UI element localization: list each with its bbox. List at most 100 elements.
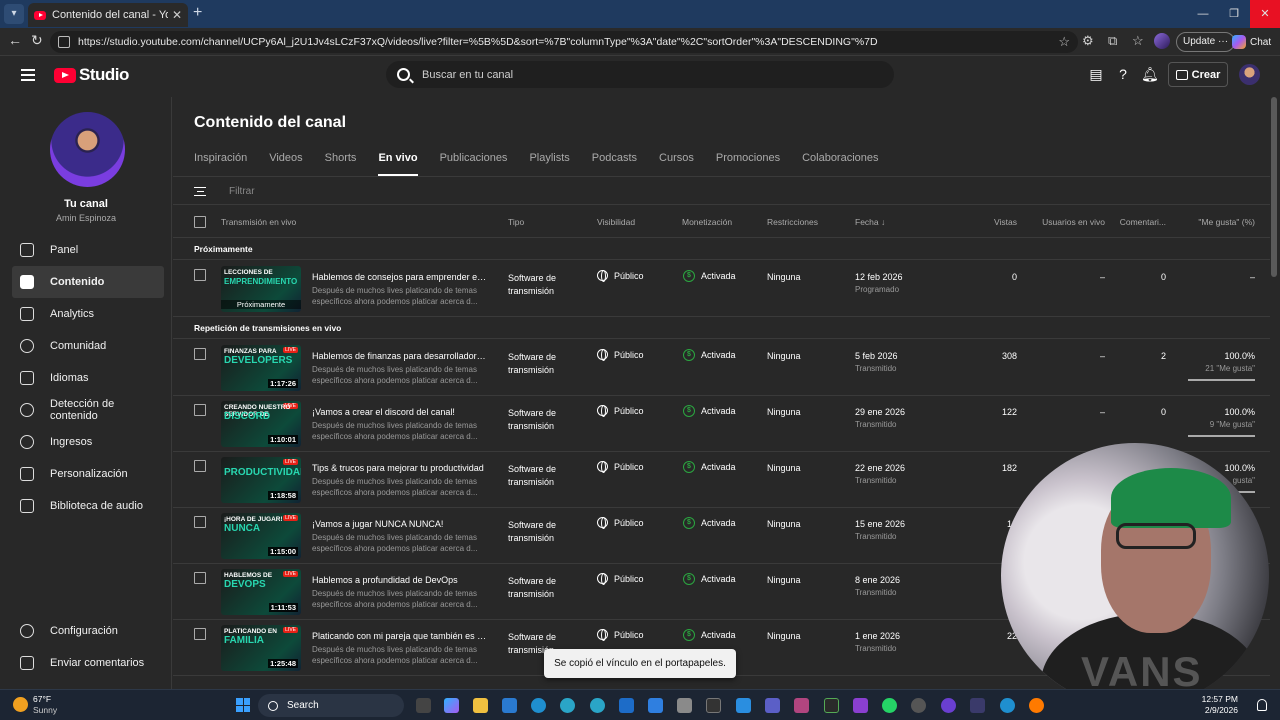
video-thumbnail[interactable]: LIVE PLATICANDO EN FAMILIA 1:25:48 (221, 625, 301, 671)
video-thumbnail[interactable]: LIVE CREANDO NUESTRO SERVIDOR DE DISCORD 1:… (221, 401, 301, 447)
sidebar-item-community[interactable]: Comunidad (12, 330, 164, 362)
todo-icon[interactable] (648, 698, 663, 713)
edge-canary-icon[interactable] (1000, 698, 1015, 713)
video-title[interactable]: ¡Vamos a jugar NUNCA NUNCA! (312, 519, 487, 529)
update-button[interactable]: Update ··· (1176, 32, 1236, 52)
filter-input[interactable]: Filtrar (229, 186, 255, 197)
row-checkbox[interactable] (194, 348, 206, 360)
video-title[interactable]: Tips & trucos para mejorar tu productivi… (312, 463, 487, 473)
favorites-icon[interactable]: ☆ (1132, 33, 1144, 49)
col-comments[interactable]: Comentari... (1120, 217, 1166, 227)
favorite-star-icon[interactable]: ☆ (1058, 34, 1070, 50)
video-title[interactable]: ¡Vamos a crear el discord del canal! (312, 407, 487, 417)
close-window-icon[interactable]: ✕ (1250, 0, 1280, 28)
tab-actions-chevron-icon[interactable]: ▾ (4, 4, 24, 24)
browser-profile-avatar[interactable] (1154, 33, 1170, 49)
monetization-cell[interactable]: $ Activada (683, 629, 736, 641)
row-checkbox[interactable] (194, 404, 206, 416)
video-title[interactable]: Platicando con mi pareja que también es … (312, 631, 487, 641)
split-screen-icon[interactable]: ⧉ (1108, 33, 1117, 49)
sidebar-item-earn[interactable]: Ingresos (12, 426, 164, 458)
notepad-icon[interactable] (677, 698, 692, 713)
main-scrollbar[interactable] (1271, 97, 1277, 277)
tab-podcasts[interactable]: Podcasts (592, 152, 637, 176)
create-button[interactable]: Crear (1168, 62, 1228, 87)
file-explorer-icon[interactable] (473, 698, 488, 713)
onenote-icon[interactable] (853, 698, 868, 713)
video-title[interactable]: Hablemos a profundidad de DevOps (312, 575, 487, 585)
app-icon-magenta[interactable] (794, 698, 809, 713)
video-thumbnail[interactable]: LIVE HABLEMOS DE DEVOPS 1:11:53 (221, 569, 301, 615)
visibility-cell[interactable]: Público (597, 405, 644, 417)
teams-icon[interactable] (765, 698, 780, 713)
edge-browser-icon[interactable] (531, 698, 546, 713)
mail-icon[interactable] (502, 698, 517, 713)
account-avatar[interactable] (1239, 64, 1260, 85)
sidebar-item-languages[interactable]: Idiomas (12, 362, 164, 394)
menu-hamburger-icon[interactable] (21, 69, 35, 81)
col-date[interactable]: Fecha ↓ (855, 217, 885, 227)
tab-live[interactable]: En vivo (378, 152, 418, 176)
back-icon[interactable]: ← (8, 32, 22, 48)
extensions-icon[interactable]: ⚙ (1082, 33, 1094, 49)
row-checkbox[interactable] (194, 269, 206, 281)
task-view-icon[interactable] (416, 698, 431, 713)
sidebar-item-audio-library[interactable]: Biblioteca de audio (12, 490, 164, 522)
outlook-icon[interactable] (619, 698, 634, 713)
col-live-users[interactable]: Usuarios en vivo (1042, 217, 1105, 227)
col-likes[interactable]: "Me gusta" (%) (1198, 217, 1255, 227)
app-icon-obs[interactable] (970, 698, 985, 713)
video-thumbnail[interactable]: LIVE ¡HORA DE JUGAR! NUNCA 1:15:00 (221, 513, 301, 559)
clock-date[interactable]: 2/9/2026 (1205, 705, 1238, 715)
windows-start-icon[interactable] (236, 698, 250, 712)
firefox-icon[interactable] (1029, 698, 1044, 713)
weather-sun-icon[interactable] (13, 697, 28, 712)
video-thumbnail[interactable]: LECCIONES DE EMPRENDIMIENTO Próximamente (221, 266, 301, 312)
clock-time[interactable]: 12:57 PM (1202, 694, 1238, 704)
new-tab-icon[interactable]: + (193, 4, 202, 22)
monetization-cell[interactable]: $ Activada (683, 573, 736, 585)
tab-inspiration[interactable]: Inspiración (194, 152, 247, 176)
browser-tab[interactable]: Contenido del canal - YouTube Studio ✕ (28, 3, 188, 27)
video-title[interactable]: Hablemos de consejos para emprender en..… (312, 272, 487, 282)
visibility-cell[interactable]: Público (597, 461, 644, 473)
app-icon-monitor[interactable] (824, 698, 839, 713)
table-row[interactable]: LIVE FINANZAS PARA DEVELOPERS 1:17:26 Hablem… (173, 340, 1270, 396)
youtube-studio-logo[interactable]: Studio (54, 65, 129, 85)
col-views[interactable]: Vistas (994, 217, 1017, 227)
taskbar-notification-icon[interactable] (1257, 699, 1267, 711)
monetization-cell[interactable]: $ Activada (683, 349, 736, 361)
video-thumbnail[interactable]: LIVE PRODUCTIVIDAD 1:18:58 (221, 457, 301, 503)
tab-videos[interactable]: Videos (269, 152, 302, 176)
messages-icon[interactable]: ▤ (1088, 66, 1104, 82)
app-icon-purple[interactable] (941, 698, 956, 713)
notifications-bell-icon[interactable]: 🔔︎ (1141, 66, 1159, 82)
monetization-cell[interactable]: $ Activada (683, 461, 736, 473)
whatsapp-icon[interactable] (882, 698, 897, 713)
row-checkbox[interactable] (194, 460, 206, 472)
sidebar-item-panel[interactable]: Panel (12, 234, 164, 266)
visibility-cell[interactable]: Público (597, 349, 644, 361)
sidebar-item-content[interactable]: Contenido (12, 266, 164, 298)
vscode-icon[interactable] (736, 698, 751, 713)
visibility-cell[interactable]: Público (597, 629, 644, 641)
tab-posts[interactable]: Publicaciones (440, 152, 508, 176)
select-all-checkbox[interactable] (194, 216, 206, 228)
edge-dev-icon[interactable] (590, 698, 605, 713)
sidebar-item-settings[interactable]: Configuración (12, 615, 164, 647)
sidebar-item-feedback[interactable]: Enviar comentarios (12, 647, 164, 679)
refresh-icon[interactable]: ↻ (31, 32, 43, 49)
monetization-cell[interactable]: $ Activada (683, 270, 736, 282)
tab-close-icon[interactable]: ✕ (172, 8, 182, 22)
copilot-chat-button[interactable]: Chat (1232, 32, 1271, 52)
monetization-cell[interactable]: $ Activada (683, 405, 736, 417)
sidebar-item-customization[interactable]: Personalización (12, 458, 164, 490)
tab-collaborations[interactable]: Colaboraciones (802, 152, 878, 176)
row-checkbox[interactable] (194, 516, 206, 528)
row-checkbox[interactable] (194, 628, 206, 640)
terminal-icon[interactable] (706, 698, 721, 713)
visibility-cell[interactable]: Público (597, 270, 644, 282)
tab-promotions[interactable]: Promociones (716, 152, 780, 176)
minimize-icon[interactable]: — (1187, 0, 1219, 28)
table-row[interactable]: LECCIONES DE EMPRENDIMIENTO Próximamente… (173, 261, 1270, 317)
